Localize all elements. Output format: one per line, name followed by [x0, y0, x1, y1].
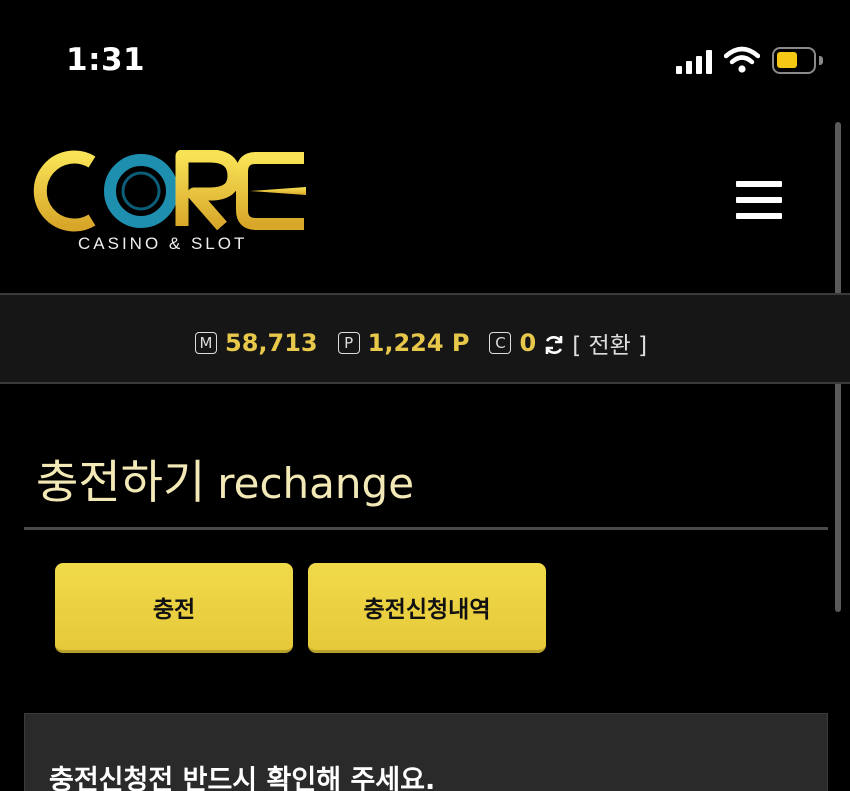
logo[interactable]: CASINO & SLOT [32, 150, 312, 260]
notice-box: 충전신청전 반드시 확인해 주세요. [24, 713, 828, 791]
point-icon: P [337, 332, 360, 354]
hamburger-menu-icon[interactable] [736, 181, 782, 221]
page-title: 충전하기 rechange [36, 446, 414, 512]
battery-icon [772, 47, 823, 74]
cellular-signal-icon [676, 50, 714, 74]
page-title-english: rechange [217, 459, 415, 508]
point-balance: 1,224 P [367, 329, 470, 357]
wifi-icon [724, 46, 760, 73]
charge-button[interactable]: 충전 [55, 563, 293, 653]
logo-wordmark [33, 150, 306, 232]
refresh-icon[interactable] [542, 333, 566, 357]
page-title-korean: 충전하기 [36, 455, 206, 509]
title-divider [24, 527, 828, 530]
coin-balance: 0 [519, 329, 537, 357]
status-bar: 1:31 [0, 0, 850, 110]
balance-bar: M 58,713 P 1,224 P C 0 [ 전환 ] [0, 293, 850, 384]
clock: 1:31 [66, 42, 146, 78]
logo-subtitle: CASINO & SLOT [78, 234, 248, 253]
money-balance: 58,713 [225, 329, 318, 357]
coin-icon: C [489, 332, 512, 354]
balance-row: M 58,713 P 1,224 P C 0 [ 전환 ] [195, 326, 647, 360]
notice-title: 충전신청전 반드시 확인해 주세요. [49, 765, 436, 791]
charge-history-button[interactable]: 충전신청내역 [308, 563, 546, 653]
switch-link[interactable]: [ 전환 ] [572, 326, 647, 360]
money-icon: M [195, 332, 217, 354]
